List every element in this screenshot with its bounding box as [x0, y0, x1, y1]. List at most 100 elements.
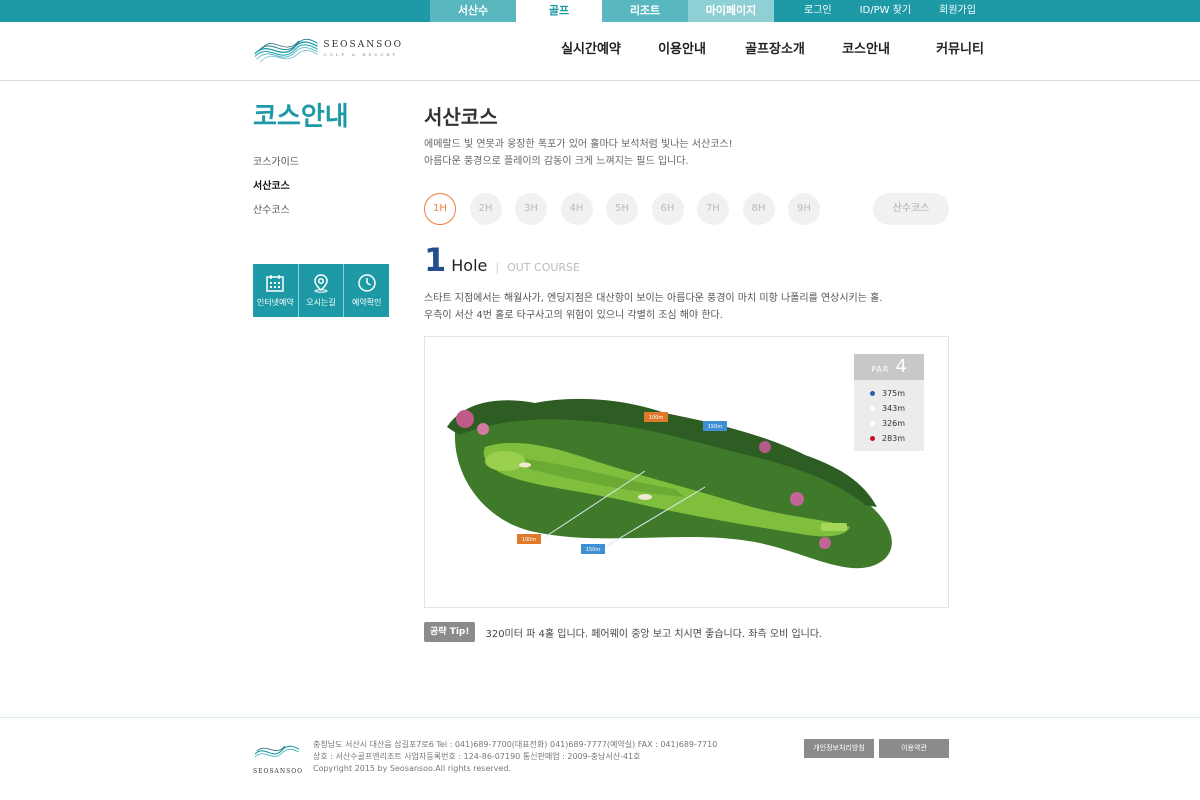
description-line: 아름다운 풍경으로 플레이의 감동이 크게 느껴지는 필드 입니다.	[424, 156, 689, 167]
tee-color-dot	[870, 436, 875, 441]
nav-course-guide[interactable]: 코스안내	[828, 22, 904, 80]
tee-distance-row: 375m	[870, 386, 924, 401]
hole-course-label: OUT COURSE	[507, 261, 580, 274]
footer-buttons: 개인정보처리방침 이용약관	[804, 739, 954, 758]
par-header: PAR 4	[854, 354, 924, 380]
hole-button-3[interactable]: 3H	[515, 193, 547, 225]
footer-logo: SEOSANSOO	[253, 740, 302, 775]
site-tab-seosansoo[interactable]: 서산수	[430, 0, 516, 22]
tee-color-dot	[870, 391, 875, 396]
svg-text:100m: 100m	[649, 415, 664, 421]
svg-text:150m: 150m	[586, 547, 601, 553]
hole-number: 1	[424, 241, 447, 279]
site-tab-golf[interactable]: 골프	[516, 0, 602, 22]
flower-bush	[759, 441, 771, 453]
hole-button-7[interactable]: 7H	[697, 193, 729, 225]
quick-label: 오시는길	[306, 298, 336, 307]
logo-subtext: GOLF & RESORT	[323, 52, 398, 57]
hole-button-1[interactable]: 1H	[424, 193, 456, 225]
quick-reservation-check[interactable]: 예약확인	[343, 264, 389, 317]
map-pin-icon	[314, 274, 328, 293]
tee-box	[821, 523, 847, 531]
site-tab-resort[interactable]: 리조트	[602, 0, 688, 22]
hole-map: 100m 150m 100m 150m PAR 4 375m 343m 326m…	[424, 336, 949, 608]
site-tabs: 서산수 골프 리조트 마이페이지	[430, 0, 774, 22]
quick-menu: 인터넷예약 오시는길 예약확인	[253, 264, 389, 317]
hole-description-line: 스타트 지점에서는 해월사가, 엔딩지점은 대산항이 보이는 아름다운 풍경이 …	[424, 293, 883, 304]
hole-button-6[interactable]: 6H	[651, 193, 684, 225]
hole-selector: 1H 2H 3H 4H 5H 6H 7H 8H 9H	[424, 193, 834, 225]
signup-link[interactable]: 회원가입	[925, 0, 990, 22]
tee-distance: 343m	[882, 404, 906, 413]
flower-bush	[477, 423, 489, 435]
site-logo[interactable]: SEOSANSOO GOLF & RESORT	[253, 32, 403, 68]
sidebar-item-course-guide[interactable]: 코스가이드	[253, 153, 299, 177]
tee-color-dot	[870, 406, 875, 411]
logo-text: SEOSANSOO	[323, 40, 403, 50]
wave-logo-icon	[254, 38, 318, 63]
nav-realtime-reservation[interactable]: 실시간예약	[548, 22, 634, 80]
tee-distance: 326m	[882, 419, 906, 428]
flower-bush	[456, 410, 474, 428]
hole-button-5[interactable]: 5H	[606, 193, 638, 225]
quick-directions[interactable]: 오시는길	[297, 264, 344, 317]
footer-address: 충청남도 서산시 대산읍 삼길포7로6 Tel : 041)689-7700(대…	[313, 739, 717, 775]
tee-distance: 375m	[882, 389, 906, 398]
nav-golf-intro[interactable]: 골프장소개	[732, 22, 818, 80]
strategy-tip: 공략 Tip! 320미터 파 4홀 입니다. 페어웨이 중앙 보고 치시면 좋…	[424, 622, 822, 642]
hole-button-2[interactable]: 2H	[469, 193, 502, 225]
terms-button[interactable]: 이용약관	[879, 739, 949, 758]
clock-icon	[357, 274, 376, 292]
heading-divider: |	[495, 261, 500, 274]
site-tab-mypage[interactable]: 마이페이지	[688, 0, 774, 22]
par-value: 4	[895, 356, 907, 377]
marker-100m-bottom: 100m	[517, 534, 541, 544]
tee-distance-row: 283m	[870, 431, 924, 446]
marker-150m-top: 150m	[703, 421, 727, 431]
login-link[interactable]: 로그인	[790, 0, 846, 22]
hole-button-4[interactable]: 4H	[560, 193, 593, 225]
logo-wordmark: SEOSANSOO GOLF & RESORT	[323, 40, 403, 60]
nav-usage-guide[interactable]: 이용안내	[644, 22, 720, 80]
description-line: 에메랄드 빛 연못과 웅장한 폭포가 있어 홀마다 보석처럼 빛나는 서산코스!	[424, 139, 733, 150]
nav-community[interactable]: 커뮤니티	[922, 22, 998, 80]
find-id-pw-link[interactable]: ID/PW 찾기	[846, 0, 926, 22]
green	[485, 451, 525, 471]
tee-distance: 283m	[882, 434, 906, 443]
hole-word: Hole	[451, 256, 488, 275]
top-bar: 서산수 골프 리조트 마이페이지 로그인 ID/PW 찾기 회원가입	[0, 0, 1200, 22]
page-title: 서산코스	[424, 105, 498, 129]
sidebar-item-seosan-course[interactable]: 서산코스	[253, 177, 299, 201]
tip-badge: 공략 Tip!	[424, 622, 476, 642]
sidebar-title: 코스안내	[253, 102, 349, 132]
sidebar-menu: 코스가이드 서산코스 산수코스	[253, 153, 299, 225]
hole-button-8[interactable]: 8H	[742, 193, 775, 225]
tee-color-dot	[870, 421, 875, 426]
svg-text:150m: 150m	[708, 424, 723, 430]
address-line: 충청남도 서산시 대산읍 삼길포7로6 Tel : 041)689-7700(대…	[313, 740, 718, 749]
hole-button-9[interactable]: 9H	[788, 193, 820, 225]
marker-100m-top: 100m	[644, 412, 668, 422]
hole-description-line: 우측이 서산 4번 홀로 타구사고의 위험이 있으니 각별히 조심 해야 한다.	[424, 310, 723, 321]
sansu-course-button[interactable]: 산수코스	[873, 193, 949, 225]
bunker	[638, 494, 652, 500]
tip-text: 320미터 파 4홀 입니다. 페어웨이 중앙 보고 치시면 좋습니다. 좌측 …	[485, 628, 823, 640]
footer: SEOSANSOO 충청남도 서산시 대산읍 삼길포7로6 Tel : 041)…	[0, 717, 1200, 800]
par-info-panel: PAR 4 375m 343m 326m 283m	[854, 354, 924, 451]
copyright: Copyright 2015 by Seosansoo.All rights r…	[313, 764, 511, 773]
hole-description: 스타트 지점에서는 해월사가, 엔딩지점은 대산항이 보이는 아름다운 풍경이 …	[424, 290, 883, 324]
sidebar-item-sansu-course[interactable]: 산수코스	[253, 201, 299, 225]
util-links: 로그인 ID/PW 찾기 회원가입	[790, 0, 990, 22]
bunker	[519, 462, 531, 468]
wave-logo-icon	[254, 745, 300, 758]
marker-150m-bottom: 150m	[581, 544, 605, 554]
hole-heading: 1 Hole | OUT COURSE	[424, 242, 580, 278]
privacy-policy-button[interactable]: 개인정보처리방침	[804, 739, 874, 758]
quick-internet-reservation[interactable]: 인터넷예약	[253, 264, 298, 317]
course-description: 에메랄드 빛 연못과 웅장한 폭포가 있어 홀마다 보석처럼 빛나는 서산코스!…	[424, 136, 733, 170]
tee-distance-list: 375m 343m 326m 283m	[854, 380, 924, 446]
header: SEOSANSOO GOLF & RESORT 실시간예약 이용안내 골프장소개…	[0, 22, 1200, 81]
svg-text:100m: 100m	[522, 537, 537, 543]
quick-label: 예약확인	[351, 298, 382, 307]
flower-bush	[790, 492, 804, 506]
